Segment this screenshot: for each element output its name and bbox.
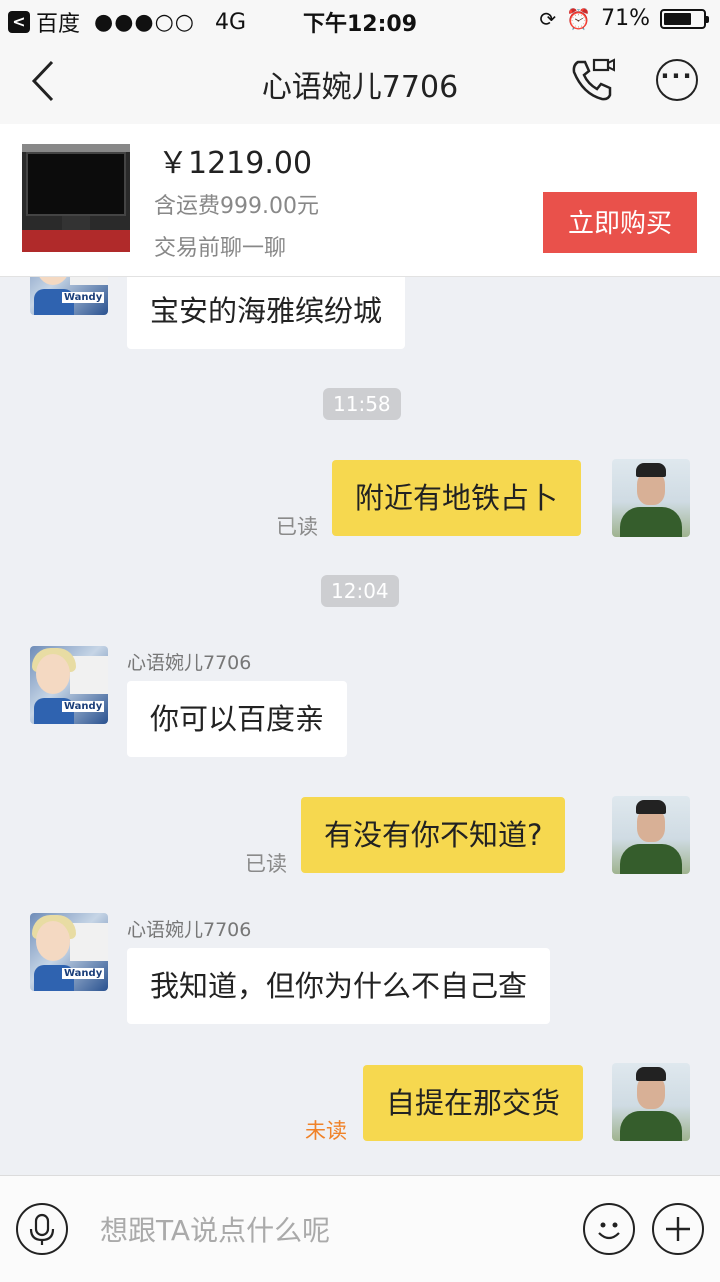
emoji-icon[interactable] bbox=[583, 1203, 635, 1255]
sender-name: 心语婉儿7706 bbox=[127, 652, 252, 674]
monitor-image bbox=[26, 152, 126, 216]
contact-avatar[interactable]: Wandy bbox=[30, 277, 108, 315]
unread-status: 未读 bbox=[305, 1119, 347, 1143]
nav-bar: 心语婉儿7706 ··· bbox=[0, 40, 720, 125]
avatar-tag: Wandy bbox=[62, 701, 105, 712]
chat-hint: 交易前聊一聊 bbox=[154, 236, 287, 261]
my-avatar[interactable] bbox=[612, 459, 690, 537]
my-avatar[interactable] bbox=[612, 796, 690, 874]
battery-fill bbox=[664, 12, 691, 25]
add-attachment-icon[interactable] bbox=[652, 1203, 704, 1255]
battery-percent: 71% bbox=[601, 6, 650, 31]
product-thumbnail[interactable] bbox=[22, 144, 130, 252]
message-bubble[interactable]: 自提在那交货 bbox=[363, 1065, 584, 1141]
sender-name: 心语婉儿7706 bbox=[127, 919, 252, 941]
avatar-tag: Wandy bbox=[62, 292, 105, 303]
message-bubble[interactable]: 宝安的海雅缤纷城 bbox=[127, 277, 406, 349]
contact-avatar[interactable]: Wandy bbox=[30, 646, 108, 724]
message-bubble[interactable]: 附近有地铁占卜 bbox=[332, 460, 582, 536]
message-input[interactable] bbox=[100, 1208, 560, 1252]
time-stamp: 11:58 bbox=[323, 388, 401, 420]
rotation-lock-icon: ⟳ bbox=[539, 6, 557, 31]
time-stamp: 12:04 bbox=[321, 575, 399, 607]
contact-avatar[interactable]: Wandy bbox=[30, 913, 108, 991]
monitor-stand bbox=[62, 216, 90, 230]
product-price: ￥1219.00 bbox=[158, 146, 313, 181]
chat-area[interactable]: Wandy 宝安的海雅缤纷城 11:58 已读 附近有地铁占卜 12:04 Wa… bbox=[0, 277, 720, 1175]
video-call-icon[interactable] bbox=[570, 56, 616, 104]
message-bubble[interactable]: 你可以百度亲 bbox=[127, 681, 348, 757]
input-bar bbox=[0, 1175, 720, 1282]
buy-now-button[interactable]: 立即购买 bbox=[543, 192, 697, 253]
voice-input-icon[interactable] bbox=[16, 1203, 68, 1255]
more-options-icon[interactable]: ··· bbox=[656, 59, 698, 101]
battery-icon bbox=[660, 8, 709, 29]
thumb-background bbox=[22, 144, 130, 152]
shipping-info: 含运费999.00元 bbox=[154, 194, 319, 219]
status-bar: < 百度 ●●●○○ 4G 下午12:09 ⟳ ⏰ 71% bbox=[0, 0, 720, 40]
message-bubble[interactable]: 我知道，但你为什么不自己查 bbox=[127, 948, 551, 1024]
alarm-icon: ⏰ bbox=[566, 6, 592, 31]
table-surface bbox=[22, 230, 130, 252]
read-status: 已读 bbox=[245, 852, 287, 876]
product-card[interactable]: ￥1219.00 含运费999.00元 交易前聊一聊 立即购买 bbox=[0, 124, 720, 277]
my-avatar[interactable] bbox=[612, 1063, 690, 1141]
avatar-tag: Wandy bbox=[62, 968, 105, 979]
read-status: 已读 bbox=[276, 515, 318, 539]
message-bubble[interactable]: 有没有你不知道? bbox=[301, 797, 566, 873]
